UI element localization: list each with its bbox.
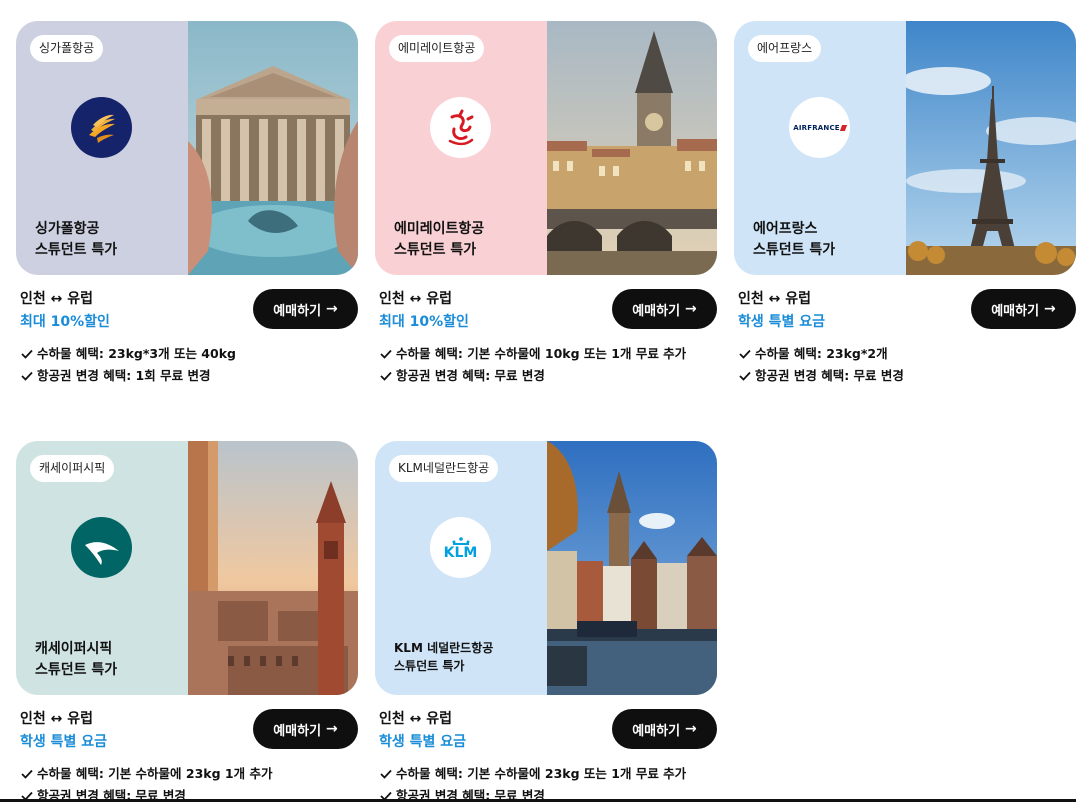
klm-logo-text: KLM: [443, 544, 478, 561]
airline-tag: 에미레이트항공: [389, 35, 485, 62]
arrow-right-icon: →: [326, 721, 338, 737]
book-button-label: 예매하기: [273, 723, 322, 739]
destination-photo-pantheon: [188, 21, 358, 275]
check-icon: [21, 769, 33, 779]
discount-label: 학생 특별 요금: [379, 734, 467, 750]
arrow-right-icon: →: [1044, 301, 1056, 317]
check-icon: [21, 349, 33, 359]
arrow-right-icon: →: [326, 301, 338, 317]
check-icon: [380, 371, 392, 381]
benefit-item: 수하물 혜택: 기본 수하물에 23kg 1개 추가: [20, 763, 272, 785]
deal-banner[interactable]: 싱가폴항공 싱가폴항공 스튜던트 특가: [16, 21, 358, 275]
discount-label: 최대 10%할인: [20, 314, 110, 330]
arrow-right-icon: →: [685, 721, 697, 737]
route-label: 인천 ↔ 유럽: [738, 291, 811, 307]
arrow-right-icon: →: [685, 301, 697, 317]
book-button[interactable]: 예매하기 →: [971, 289, 1076, 329]
check-icon: [739, 349, 751, 359]
banner-brand-panel: 캐세이퍼시픽 캐세이퍼시픽 스튜던트 특가: [16, 441, 188, 695]
check-icon: [739, 371, 751, 381]
air-france-logo-icon: AIRFRANCE: [789, 97, 850, 158]
deal-card-singapore[interactable]: 싱가폴항공 싱가폴항공 스튜던트 특가 인천 ↔ 유럽 최대 10%할인 예매하…: [16, 21, 358, 383]
benefit-item: 항공권 변경 혜택: 1회 무료 변경: [20, 365, 236, 387]
deal-title: KLM 네덜란드항공 스튜던트 특가: [394, 641, 494, 673]
discount-label: 학생 특별 요금: [738, 314, 826, 330]
singapore-airlines-logo-icon: [71, 97, 132, 158]
banner-brand-panel: 에어프랑스 AIRFRANCE 에어프랑스 스튜던트 특가: [734, 21, 906, 275]
benefit-item: 수하물 혜택: 기본 수하물에 10kg 또는 1개 무료 추가: [379, 343, 686, 365]
banner-brand-panel: 에미레이트항공 에미레이트항공 스튜던트 특가: [375, 21, 547, 275]
airline-tag: 캐세이퍼시픽: [30, 455, 115, 482]
deal-card-klm[interactable]: KLM네덜란드항공 KLM KLM 네덜란드항공 스튜던트 특가 인천 ↔ 유럽…: [375, 441, 717, 803]
destination-photo-milan: [188, 441, 358, 695]
deal-banner[interactable]: 에어프랑스 AIRFRANCE 에어프랑스 스튜던트 특가: [734, 21, 1076, 275]
klm-logo-icon: KLM: [430, 517, 491, 578]
destination-photo-prague: [547, 21, 717, 275]
book-button-label: 예매하기: [632, 303, 681, 319]
benefit-item: 항공권 변경 혜택: 무료 변경: [379, 785, 686, 807]
destination-photo-eiffel: [906, 21, 1076, 275]
benefit-item: 항공권 변경 혜택: 무료 변경: [738, 365, 904, 387]
book-button-label: 예매하기: [273, 303, 322, 319]
discount-label: 학생 특별 요금: [20, 734, 108, 750]
benefit-item: 항공권 변경 혜택: 무료 변경: [379, 365, 686, 387]
route-label: 인천 ↔ 유럽: [379, 711, 452, 727]
deal-title: 에미레이트항공 스튜던트 특가: [394, 221, 485, 258]
destination-photo-groningen: [547, 441, 717, 695]
book-button[interactable]: 예매하기 →: [612, 709, 717, 749]
banner-brand-panel: KLM네덜란드항공 KLM KLM 네덜란드항공 스튜던트 특가: [375, 441, 547, 695]
benefit-item: 수하물 혜택: 23kg*3개 또는 40kg: [20, 343, 236, 365]
deal-card-air-france[interactable]: 에어프랑스 AIRFRANCE 에어프랑스 스튜던트 특가 인천 ↔ 유럽 학생…: [734, 21, 1076, 383]
benefit-item: 항공권 변경 혜택: 무료 변경: [20, 785, 272, 807]
deal-title: 싱가폴항공 스튜던트 특가: [35, 221, 118, 258]
book-button[interactable]: 예매하기 →: [253, 709, 358, 749]
book-button-label: 예매하기: [991, 303, 1040, 319]
route-label: 인천 ↔ 유럽: [379, 291, 452, 307]
book-button[interactable]: 예매하기 →: [612, 289, 717, 329]
crown-icon: [452, 536, 469, 545]
benefit-item: 수하물 혜택: 23kg*2개: [738, 343, 904, 365]
benefit-list: 수하물 혜택: 23kg*2개 항공권 변경 혜택: 무료 변경: [738, 343, 904, 387]
air-france-logo-text: AIRFRANCE: [793, 123, 840, 132]
airline-tag: 싱가폴항공: [30, 35, 104, 62]
deal-banner[interactable]: 캐세이퍼시픽 캐세이퍼시픽 스튜던트 특가: [16, 441, 358, 695]
deal-banner[interactable]: 에미레이트항공 에미레이트항공 스튜던트 특가: [375, 21, 717, 275]
discount-label: 최대 10%할인: [379, 314, 469, 330]
deal-title: 에어프랑스 스튜던트 특가: [753, 221, 836, 258]
emirates-logo-icon: [430, 97, 491, 158]
route-label: 인천 ↔ 유럽: [20, 291, 93, 307]
check-icon: [380, 349, 392, 359]
book-button[interactable]: 예매하기 →: [253, 289, 358, 329]
route-label: 인천 ↔ 유럽: [20, 711, 93, 727]
banner-brand-panel: 싱가폴항공 싱가폴항공 스튜던트 특가: [16, 21, 188, 275]
cathay-pacific-logo-icon: [71, 517, 132, 578]
deal-card-cathay-pacific[interactable]: 캐세이퍼시픽 캐세이퍼시픽 스튜던트 특가 인천 ↔ 유럽 학생 특별 요금 예…: [16, 441, 358, 803]
deal-banner[interactable]: KLM네덜란드항공 KLM KLM 네덜란드항공 스튜던트 특가: [375, 441, 717, 695]
book-button-label: 예매하기: [632, 723, 681, 739]
benefit-list: 수하물 혜택: 23kg*3개 또는 40kg 항공권 변경 혜택: 1회 무료…: [20, 343, 236, 387]
check-icon: [380, 769, 392, 779]
airline-tag: 에어프랑스: [748, 35, 822, 62]
airline-tag: KLM네덜란드항공: [389, 455, 499, 482]
deal-title: 캐세이퍼시픽 스튜던트 특가: [35, 641, 118, 678]
check-icon: [21, 371, 33, 381]
deal-card-emirates[interactable]: 에미레이트항공 에미레이트항공 스튜던트 특가 인천 ↔ 유럽 최대 10%할인…: [375, 21, 717, 383]
benefit-item: 수하물 혜택: 기본 수하물에 23kg 또는 1개 무료 추가: [379, 763, 686, 785]
air-france-stripe: [839, 124, 847, 131]
benefit-list: 수하물 혜택: 기본 수하물에 10kg 또는 1개 무료 추가 항공권 변경 …: [379, 343, 686, 387]
